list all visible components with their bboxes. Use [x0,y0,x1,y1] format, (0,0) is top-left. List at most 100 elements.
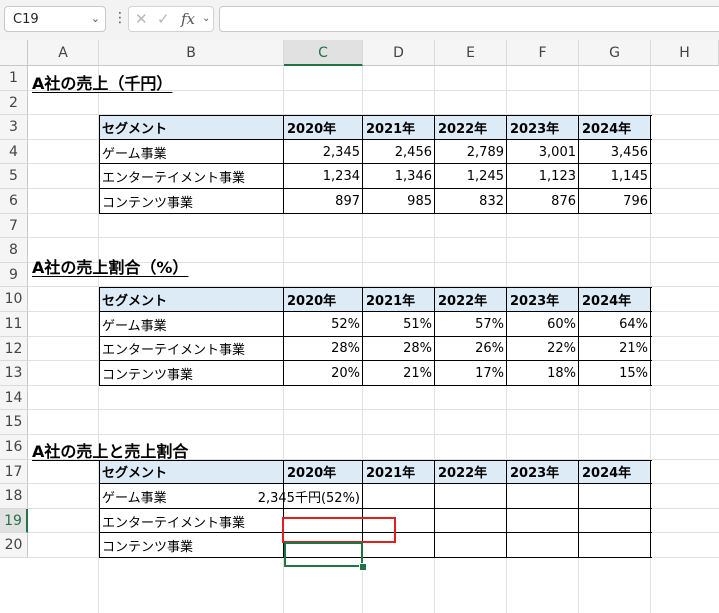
cancel-icon[interactable]: ✕ [135,10,148,28]
table3-value-cell[interactable] [579,533,651,558]
row-header-10[interactable]: 10 [0,287,28,312]
table3-header-cell[interactable]: 2021年 [363,459,435,485]
table1-header-cell[interactable]: 2021年 [363,115,435,140]
row-header-16[interactable]: 16 [0,435,28,460]
row-header-1[interactable]: 1 [0,66,28,91]
table1-header-cell[interactable]: セグメント [99,115,284,140]
table1-segment-cell[interactable]: ゲーム事業 [99,140,284,165]
table1-value-cell[interactable]: 1,145 [579,164,651,189]
worksheet[interactable]: ABCDEFGH 1 2 3 4 5 6 7 8 9 10 11 12 13 14 15 16 17 18 19 20… [0,40,719,613]
row-header-15[interactable]: 15 [0,410,28,435]
table2-header-cell[interactable]: 2024年 [579,287,651,312]
row-header-12[interactable]: 12 [0,336,28,362]
formula-input[interactable] [219,6,719,32]
row-header-13[interactable]: 13 [0,361,28,386]
table1-value-cell[interactable]: 1,123 [507,164,579,189]
table2-value-cell[interactable]: 28% [284,337,363,362]
row-header-5[interactable]: 5 [0,164,28,189]
table1-header-cell[interactable]: 2024年 [579,115,651,140]
table2-header-cell[interactable]: 2023年 [507,287,579,312]
table3-value-cell[interactable] [507,484,579,509]
row-header-6[interactable]: 6 [0,189,28,214]
chevron-down-icon[interactable]: ⌄ [202,13,210,24]
table2-value-cell[interactable]: 51% [363,312,435,337]
table1-value-cell[interactable]: 1,346 [363,164,435,189]
row-header-11[interactable]: 11 [0,312,28,337]
table1-value-cell[interactable]: 985 [363,189,435,214]
table3-header-cell[interactable]: 2022年 [435,459,507,485]
table3-value-cell[interactable] [363,484,435,509]
table2-segment-cell[interactable]: ゲーム事業 [99,312,284,337]
table2-header-cell[interactable]: 2021年 [363,287,435,312]
table1-value-cell[interactable]: 832 [435,189,507,214]
more-options-icon[interactable]: ⋮ [113,10,127,26]
column-header-d[interactable]: D [363,40,435,66]
table2-value-cell[interactable]: 52% [284,312,363,337]
table3-segment-cell[interactable]: ゲーム事業 [99,484,284,509]
column-header-h[interactable]: H [651,40,719,66]
column-header-e[interactable]: E [435,40,507,66]
table2-header-cell[interactable]: 2020年 [284,287,363,312]
table2-header-cell[interactable]: セグメント [99,287,284,312]
row-header-2[interactable]: 2 [0,90,28,116]
table2-segment-cell[interactable]: コンテンツ事業 [99,361,284,386]
table1-value-cell[interactable]: 2,789 [435,140,507,165]
row-header-17[interactable]: 17 [0,459,28,485]
table3-value-cell[interactable] [435,484,507,509]
table3-segment-cell[interactable]: コンテンツ事業 [99,533,284,558]
row-header-19[interactable]: 19 [0,508,28,534]
table3-value-cell[interactable] [579,484,651,509]
table3-segment-cell[interactable]: エンターテイメント事業 [99,509,284,534]
table3-header-cell[interactable]: セグメント [99,459,284,485]
row-header-4[interactable]: 4 [0,139,28,165]
column-header-b[interactable]: B [99,40,284,66]
table2-value-cell[interactable]: 22% [507,337,579,362]
table1-header-cell[interactable]: 2020年 [284,115,363,140]
table2-value-cell[interactable]: 60% [507,312,579,337]
table1-value-cell[interactable]: 2,456 [363,140,435,165]
column-header-f[interactable]: F [507,40,579,66]
column-header-c[interactable]: C [284,40,363,66]
table2-value-cell[interactable]: 15% [579,361,651,386]
table2-value-cell[interactable]: 26% [435,337,507,362]
table2-value-cell[interactable]: 21% [363,361,435,386]
column-header-g[interactable]: G [579,40,651,66]
active-cell-c19[interactable] [284,542,363,567]
table3-value-cell[interactable] [435,533,507,558]
row-header-8[interactable]: 8 [0,238,28,263]
table1-segment-cell[interactable]: エンターテイメント事業 [99,164,284,189]
table2-value-cell[interactable]: 21% [579,337,651,362]
row-header-18[interactable]: 18 [0,484,28,509]
table1-value-cell[interactable]: 876 [507,189,579,214]
fill-handle[interactable] [359,563,367,571]
table1-value-cell[interactable]: 897 [284,189,363,214]
row-header-9[interactable]: 9 [0,262,28,288]
row-header-20[interactable]: 20 [0,533,28,558]
table3-header-cell[interactable]: 2023年 [507,459,579,485]
select-all-corner[interactable] [0,40,28,66]
table1-segment-cell[interactable]: コンテンツ事業 [99,189,284,214]
row-header-14[interactable]: 14 [0,385,28,411]
table3-value-cell[interactable] [435,509,507,534]
insert-function-icon[interactable]: fx [181,10,195,28]
table3-value-cell[interactable] [507,509,579,534]
table3-value-cell[interactable] [507,533,579,558]
table3-value-cell[interactable]: 2,345千円(52%) [258,484,363,509]
table2-value-cell[interactable]: 17% [435,361,507,386]
table3-value-cell[interactable] [579,509,651,534]
table1-value-cell[interactable]: 3,456 [579,140,651,165]
table1-header-cell[interactable]: 2023年 [507,115,579,140]
table2-segment-cell[interactable]: エンターテイメント事業 [99,337,284,362]
row-header-3[interactable]: 3 [0,115,28,140]
table2-value-cell[interactable]: 18% [507,361,579,386]
column-header-a[interactable]: A [28,40,99,66]
table1-value-cell[interactable]: 796 [579,189,651,214]
table2-header-cell[interactable]: 2022年 [435,287,507,312]
table1-value-cell[interactable]: 2,345 [284,140,363,165]
table2-value-cell[interactable]: 57% [435,312,507,337]
table1-value-cell[interactable]: 1,234 [284,164,363,189]
chevron-down-icon[interactable]: ⌄ [91,12,100,25]
check-icon[interactable]: ✓ [157,10,170,28]
table2-value-cell[interactable]: 64% [579,312,651,337]
table1-value-cell[interactable]: 3,001 [507,140,579,165]
